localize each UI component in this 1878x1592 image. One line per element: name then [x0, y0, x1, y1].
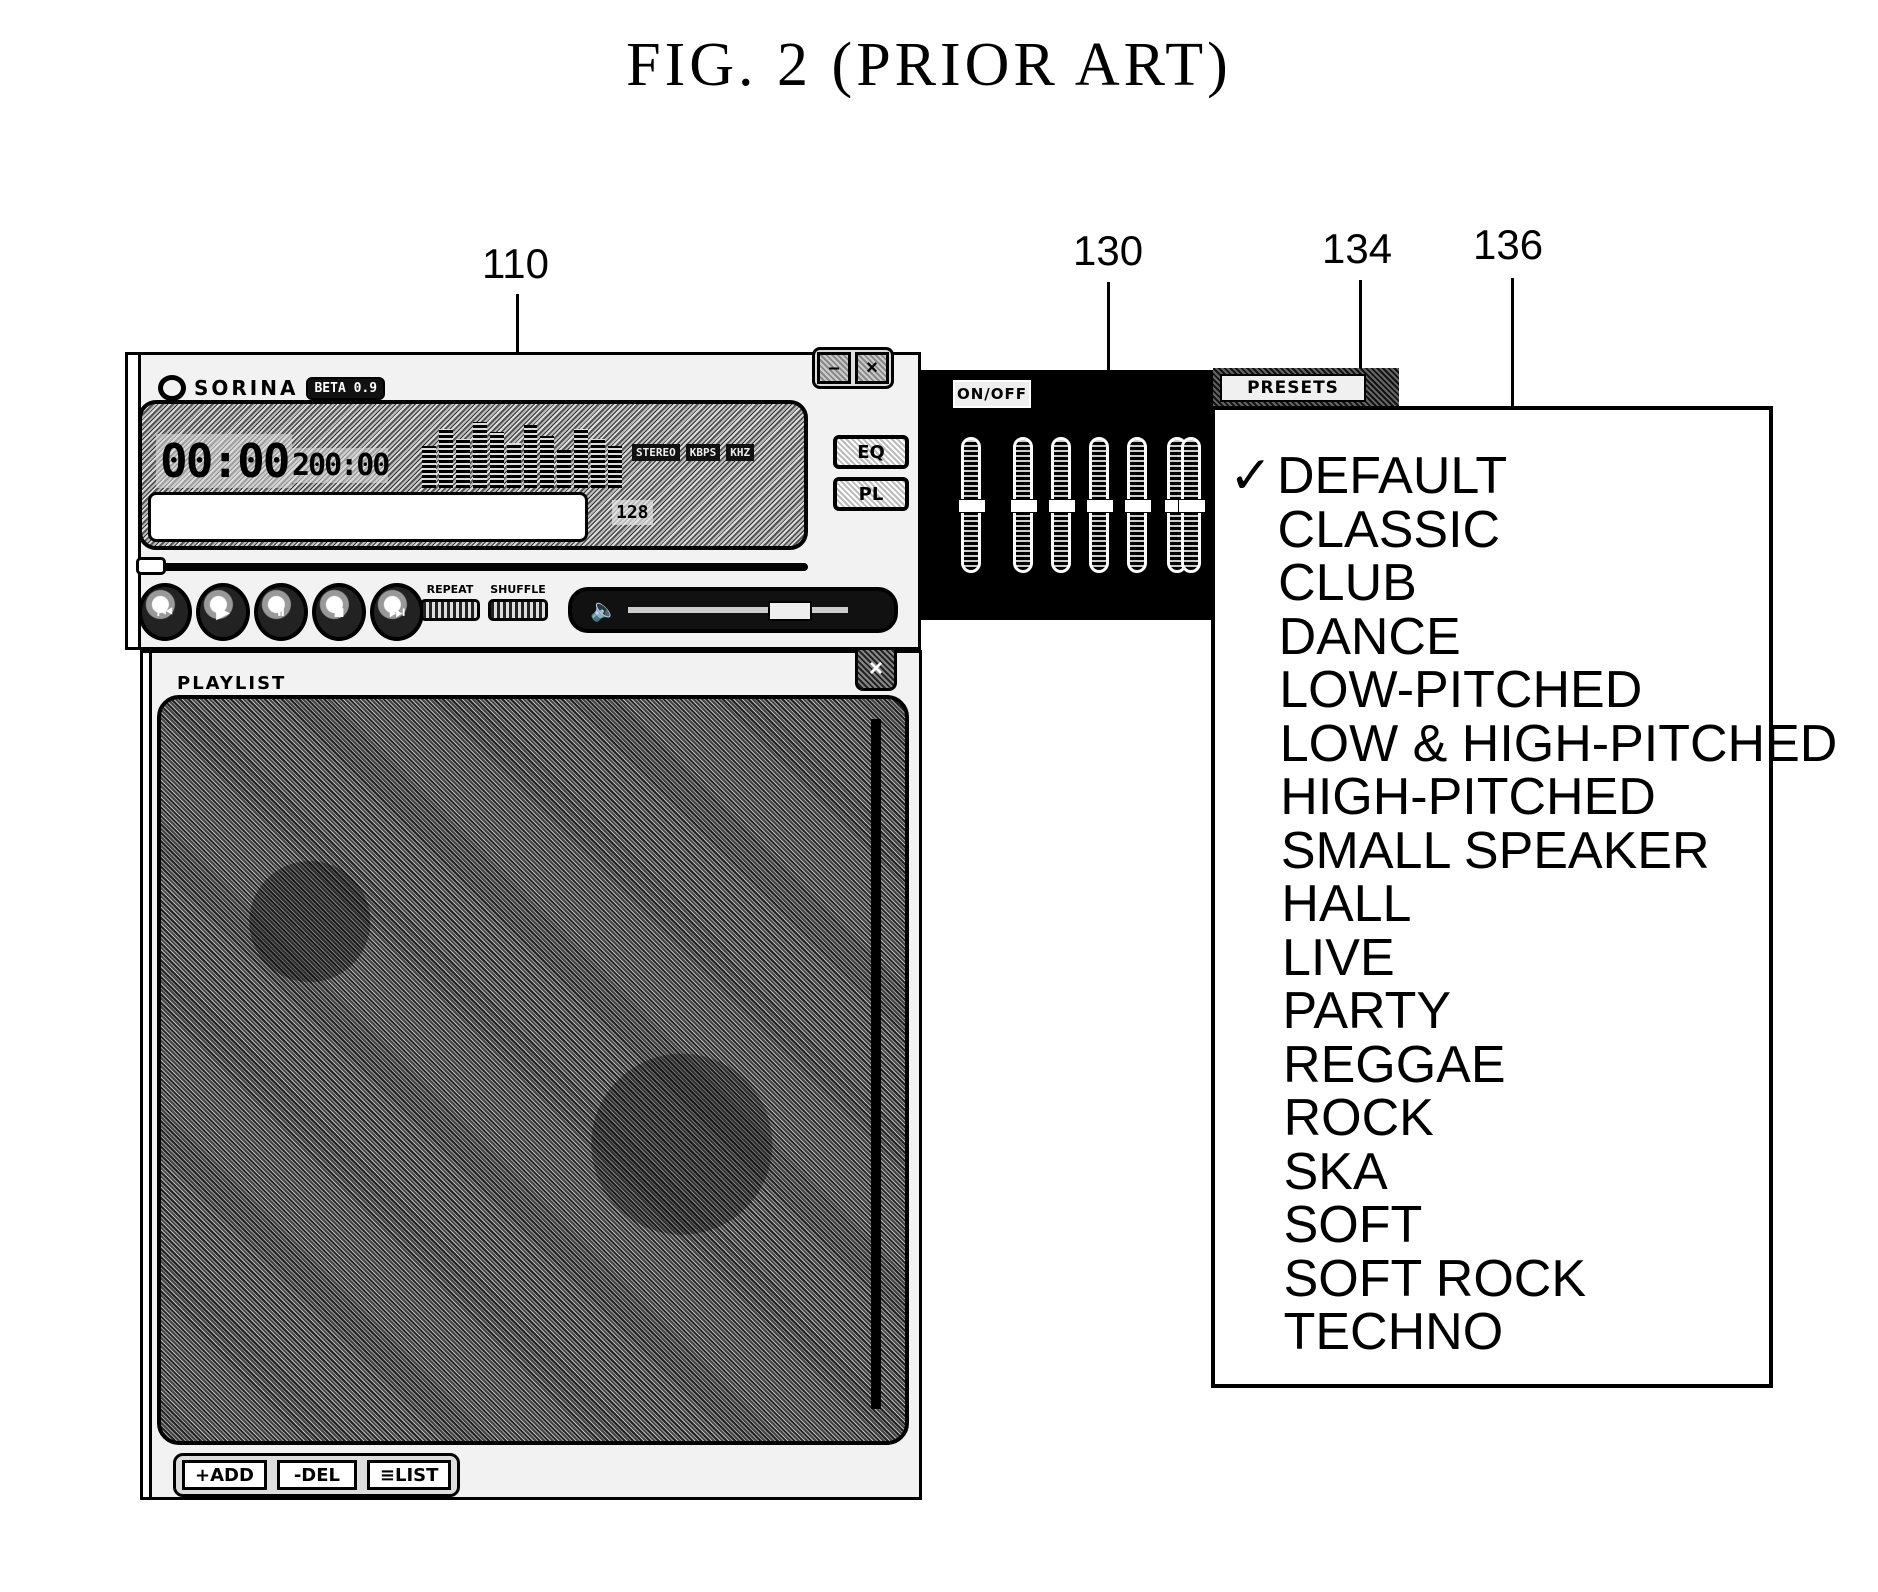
preset-menu-item[interactable]: SOFT ROCK	[1284, 1253, 1586, 1305]
preset-menu-item[interactable]: HALL	[1281, 878, 1411, 930]
app-logo: SORINA BETA 0.9	[158, 375, 386, 401]
eq-band-slider[interactable]	[1178, 437, 1206, 573]
eq-onoff-button[interactable]: ON/OFF	[953, 380, 1031, 408]
bitrate-readout: 128	[612, 500, 653, 525]
eq-band-slider[interactable]	[1048, 437, 1076, 573]
logo-icon	[158, 375, 186, 401]
eq-band-slider[interactable]	[1086, 437, 1114, 573]
volume-control[interactable]: 🔈	[568, 587, 898, 633]
info-tag: KHZ	[726, 444, 755, 461]
transport-controls: ⏮ ▶ ⏸ ■ ⏭	[138, 583, 424, 641]
preset-menu-item[interactable]: CLUB	[1278, 557, 1417, 609]
preset-menu-item[interactable]: SMALL SPEAKER	[1281, 825, 1710, 877]
playlist-button-bar: +ADD -DEL ≡LIST	[173, 1453, 461, 1497]
eq-slider-knob[interactable]	[1086, 499, 1114, 513]
eq-preamp-slider[interactable]	[958, 437, 986, 573]
preset-menu-item[interactable]: LOW-PITCHED	[1279, 664, 1642, 716]
preset-menu-item[interactable]: ROCK	[1284, 1092, 1434, 1144]
version-badge: BETA 0.9	[306, 376, 386, 400]
check-icon: ✓	[1229, 446, 1273, 506]
delete-button[interactable]: -DEL	[276, 1460, 357, 1490]
eq-slider-knob[interactable]	[1048, 499, 1076, 513]
play-button[interactable]: ▶	[196, 583, 250, 641]
playback-toggles: REPEAT SHUFFLE	[420, 583, 548, 621]
equalizer-panel: ON/OFF	[921, 370, 1213, 620]
eq-slider-knob[interactable]	[1124, 499, 1152, 513]
shuffle-label: SHUFFLE	[490, 583, 546, 596]
playlist-title: PLAYLIST	[177, 673, 287, 694]
preset-menu-item[interactable]: CLASSIC	[1278, 504, 1501, 556]
playlist-scrollbar[interactable]	[871, 719, 881, 1409]
list-button[interactable]: ≡LIST	[366, 1460, 452, 1490]
add-button[interactable]: +ADD	[182, 1460, 267, 1490]
repeat-label: REPEAT	[426, 583, 474, 596]
repeat-switch[interactable]	[420, 599, 480, 621]
minimize-button[interactable]: –	[817, 352, 851, 384]
leader-line-136	[1511, 278, 1514, 406]
ref-134: 134	[1322, 225, 1393, 272]
seek-bar[interactable]	[136, 557, 808, 575]
preset-menu-item[interactable]: LIVE	[1282, 932, 1395, 984]
eq-band-slider[interactable]	[1010, 437, 1038, 573]
ref-130: 130	[1073, 227, 1144, 274]
seek-thumb[interactable]	[136, 557, 166, 575]
leader-line-130	[1107, 282, 1110, 370]
lcd-display: 00:00 200:00 STEREO KBPS KHZ 128	[138, 400, 808, 550]
info-tag: STEREO	[632, 444, 680, 461]
preset-menu-item[interactable]: HIGH-PITCHED	[1280, 771, 1656, 823]
elapsed-time: 00:00	[156, 434, 293, 488]
eq-toggle-button[interactable]: EQ	[833, 435, 909, 469]
preset-menu-item[interactable]: PARTY	[1283, 985, 1452, 1037]
preset-menu-item[interactable]: LOW & HIGH-PITCHED	[1280, 718, 1838, 770]
preset-menu-item[interactable]: SKA	[1284, 1146, 1388, 1198]
figure-title: FIG. 2 (PRIOR ART)	[626, 31, 1232, 99]
playlist-close-button[interactable]: ×	[855, 647, 897, 691]
player-window: SORINA BETA 0.9 – × 00:00 200:00 STEREO …	[125, 347, 921, 650]
window-controls: – ×	[812, 347, 894, 389]
eq-band-slider[interactable]	[1124, 437, 1152, 573]
preset-menu-item[interactable]: TECHNO	[1284, 1306, 1504, 1358]
preset-menu-item[interactable]: DANCE	[1279, 611, 1461, 663]
eq-slider-knob[interactable]	[1178, 499, 1206, 513]
shuffle-toggle[interactable]: SHUFFLE	[488, 583, 548, 621]
presets-button[interactable]: PRESETS	[1220, 374, 1366, 402]
playlist-area[interactable]	[157, 695, 909, 1445]
next-button[interactable]: ⏭	[370, 583, 424, 641]
playlist-window: PLAYLIST × +ADD -DEL ≡LIST	[140, 647, 922, 1500]
ref-136: 136	[1473, 221, 1544, 268]
repeat-toggle[interactable]: REPEAT	[420, 583, 480, 621]
volume-slider-thumb[interactable]	[768, 601, 812, 621]
ref-110: 110	[482, 240, 549, 287]
app-name: SORINA	[194, 376, 299, 400]
pause-button[interactable]: ⏸	[254, 583, 308, 641]
close-button[interactable]: ×	[855, 352, 889, 384]
preset-menu-item[interactable]: REGGAE	[1283, 1039, 1506, 1091]
eq-slider-knob[interactable]	[958, 499, 986, 513]
volume-slider-track[interactable]	[628, 601, 848, 621]
previous-button[interactable]: ⏮	[138, 583, 192, 641]
info-tag: KBPS	[685, 444, 721, 461]
stop-button[interactable]: ■	[312, 583, 366, 641]
shuffle-switch[interactable]	[488, 599, 548, 621]
display-info-tags: STEREO KBPS KHZ	[632, 444, 755, 461]
preset-menu-item[interactable]: SOFT	[1284, 1199, 1423, 1251]
total-time: 200:00	[292, 448, 390, 483]
playlist-toggle-button[interactable]: PL	[833, 477, 909, 511]
leader-line-110	[516, 294, 519, 352]
presets-menu: ✓ DEFAULT CLASSIC CLUB DANCE LOW-PITCHED LOW &…	[1211, 406, 1837, 1388]
leader-line-134	[1359, 280, 1362, 376]
preset-menu-item[interactable]: DEFAULT	[1277, 450, 1507, 502]
spectrum-analyzer	[422, 418, 623, 488]
speaker-icon: 🔈	[590, 597, 618, 622]
eq-slider-knob[interactable]	[1010, 499, 1038, 513]
song-title-field	[148, 492, 588, 542]
